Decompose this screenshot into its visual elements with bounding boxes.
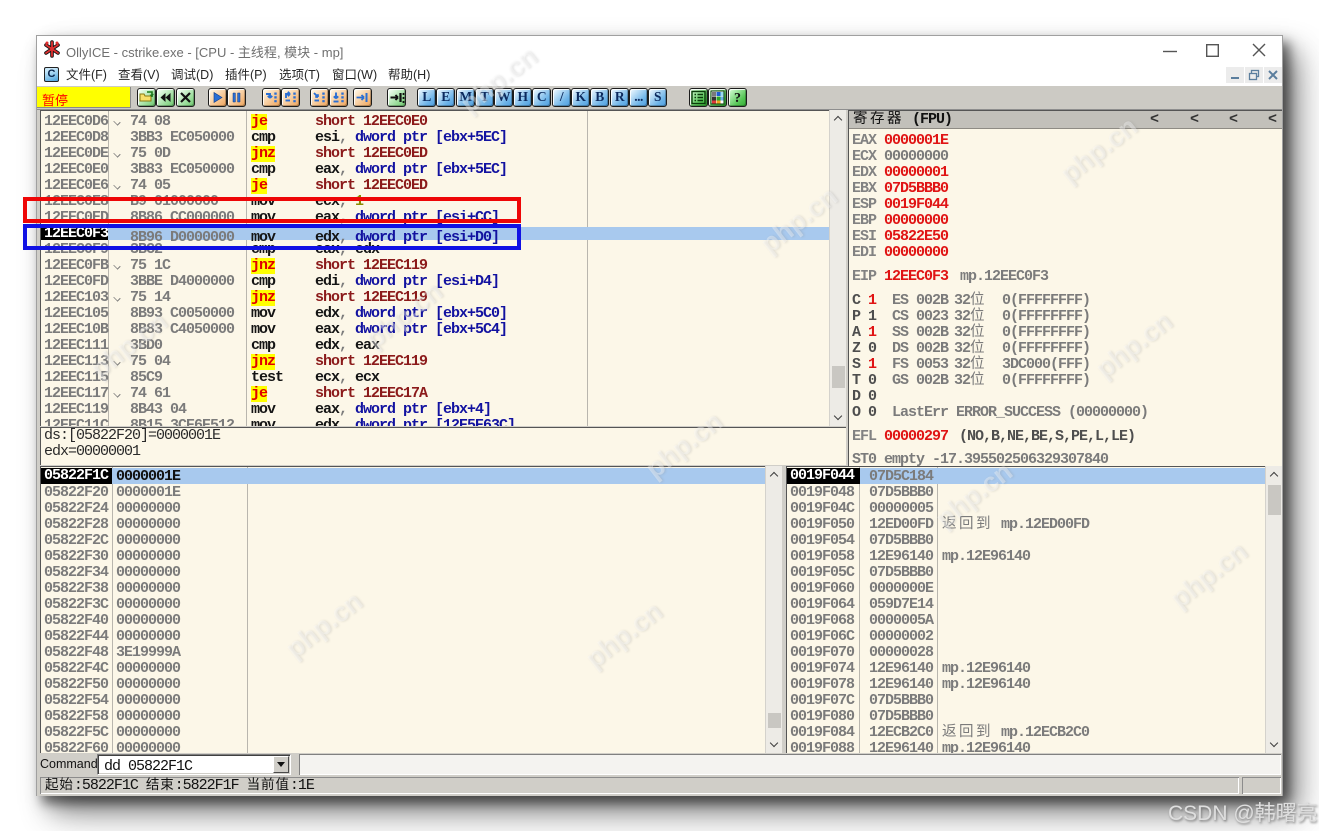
svg-text:?: ? — [734, 91, 741, 106]
